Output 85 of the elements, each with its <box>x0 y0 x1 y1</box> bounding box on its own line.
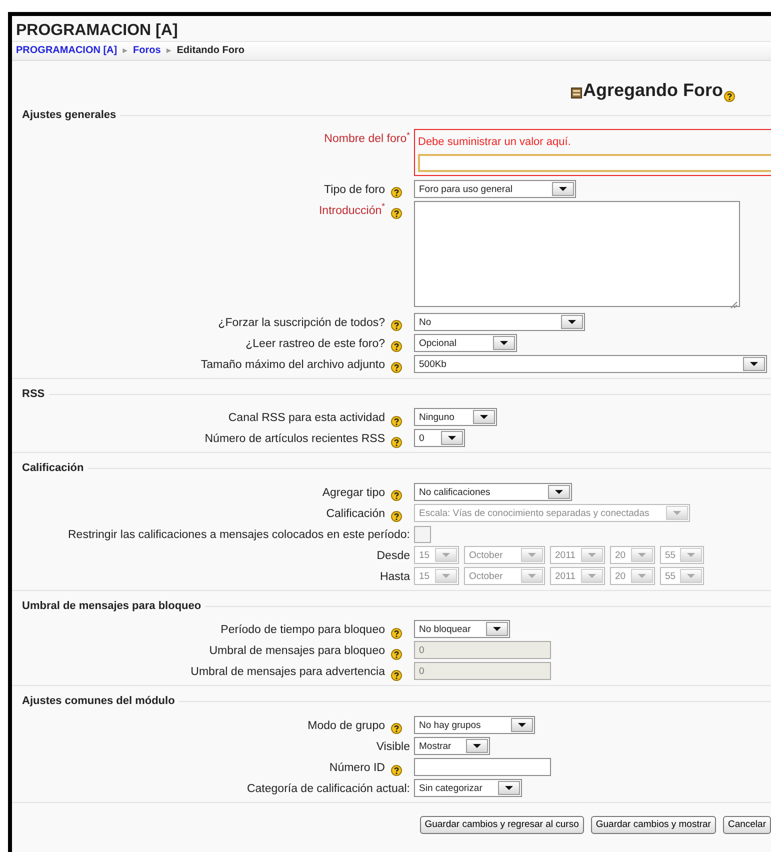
select-field[interactable]: Sin categorizar <box>414 778 522 796</box>
help-icon[interactable] <box>391 488 402 499</box>
field-label: Restringir las calificaciones a mensajes colocados en este período: <box>68 528 410 542</box>
help-icon[interactable] <box>391 206 402 217</box>
select-field[interactable]: Mostrar <box>414 736 490 754</box>
text-field[interactable] <box>414 758 551 776</box>
breadcrumb-separator: ► <box>164 44 173 56</box>
field-label: Calificación <box>326 506 385 522</box>
course-title: PROGRAMACION [A] <box>15 21 178 40</box>
help-icon[interactable] <box>391 413 402 424</box>
section-legend: Calificación <box>18 460 88 476</box>
dropdown-arrow-icon <box>554 488 564 494</box>
dropdown-arrow-icon <box>637 552 647 558</box>
help-icon[interactable] <box>391 338 402 350</box>
select-field[interactable]: Opcional <box>414 334 517 352</box>
field-label: Canal RSS para esta actividad <box>228 411 385 426</box>
field-label: Tipo de foro <box>324 182 385 198</box>
dropdown-arrow-icon <box>492 626 502 632</box>
field-label: Hasta <box>380 570 410 584</box>
field-label: Tamaño máximo del archivo adjunto <box>200 358 385 372</box>
field-label: ¿Forzar la suscripción de todos? <box>218 316 385 330</box>
field-label: Agregar tipo <box>322 486 385 500</box>
field-label: Modo de grupo <box>308 718 385 734</box>
section-legend: Ajustes generales <box>18 106 120 123</box>
select-field[interactable]: No calificaciones <box>414 482 572 500</box>
dropdown-arrow-icon <box>447 435 457 441</box>
dropdown-arrow-icon <box>472 742 482 748</box>
form-button[interactable]: Guardar cambios y mostrar <box>590 816 716 834</box>
select-field[interactable]: Ninguno <box>414 408 497 426</box>
select-field[interactable]: 500Kb <box>414 354 767 372</box>
dropdown-arrow-icon <box>686 572 696 578</box>
help-icon[interactable] <box>391 762 402 774</box>
help-icon[interactable] <box>391 318 402 329</box>
text-field[interactable] <box>418 154 771 172</box>
field-label: Umbral de mensajes para bloqueo <box>209 644 385 659</box>
dropdown-arrow-icon <box>587 552 597 558</box>
select-field[interactable]: 0 <box>414 429 465 447</box>
form-button[interactable]: Cancelar <box>722 816 771 834</box>
dropdown-arrow-icon <box>527 552 537 558</box>
forum-icon <box>571 84 582 96</box>
select-field[interactable]: No <box>414 312 585 330</box>
error-message: Debe suministrar un valor aquí. <box>418 135 571 150</box>
dropdown-arrow-icon <box>504 784 514 790</box>
section-legend: Ajustes comunes del módulo <box>18 693 179 710</box>
dropdown-arrow-icon <box>527 572 537 578</box>
dropdown-arrow-icon <box>441 572 451 578</box>
dropdown-arrow-icon <box>587 572 597 578</box>
breadcrumb-current: Editando Foro <box>176 44 245 58</box>
help-icon[interactable] <box>391 625 402 636</box>
select-field[interactable]: No hay grupos <box>414 716 535 734</box>
field-label: Período de tiempo para bloqueo <box>220 623 385 638</box>
breadcrumb-link[interactable]: Foros <box>133 43 161 58</box>
page-title: Agregando Foro <box>583 79 723 102</box>
field-label: Número de artículos recientes RSS <box>204 432 385 447</box>
field-label: Introducción$^{*}$ <box>318 202 385 218</box>
field-label: Visible <box>376 740 410 754</box>
form-button[interactable]: Guardar cambios y regresar al curso <box>420 816 584 834</box>
help-icon[interactable] <box>391 434 402 446</box>
field-label: Número ID <box>329 760 385 776</box>
breadcrumb-separator: ► <box>121 44 130 56</box>
dropdown-arrow-icon <box>479 414 489 420</box>
help-icon[interactable] <box>391 720 402 732</box>
breadcrumb-link[interactable]: PROGRAMACION [A] <box>16 43 118 58</box>
dropdown-arrow-icon <box>672 510 682 516</box>
section-legend: Umbral de mensajes para bloqueo <box>18 598 206 614</box>
dropdown-arrow-icon <box>686 552 696 558</box>
help-icon[interactable] <box>391 360 402 371</box>
help-icon[interactable] <box>391 184 402 196</box>
dropdown-arrow-icon <box>499 340 509 346</box>
field-label: Umbral de mensajes para advertencia <box>190 665 385 680</box>
dropdown-arrow-icon <box>517 722 527 728</box>
field-label: Categoría de calificación actual: <box>246 782 410 796</box>
field-label: ¿Leer rastreo de este foro? <box>246 336 385 352</box>
dropdown-arrow-icon <box>558 186 568 192</box>
section-legend: RSS <box>18 386 49 402</box>
dropdown-arrow-icon <box>637 572 647 578</box>
textarea-field[interactable] <box>414 200 740 306</box>
field-label: Desde <box>376 548 410 564</box>
dropdown-arrow-icon <box>441 552 451 558</box>
select-field[interactable]: No bloquear <box>414 620 510 638</box>
dropdown-arrow-icon <box>749 360 759 366</box>
help-icon[interactable] <box>724 88 735 99</box>
field-label: Nombre del foro$^{*}$ <box>324 131 410 147</box>
select-field[interactable]: Foro para uso general <box>414 180 576 198</box>
dropdown-arrow-icon <box>567 318 577 324</box>
